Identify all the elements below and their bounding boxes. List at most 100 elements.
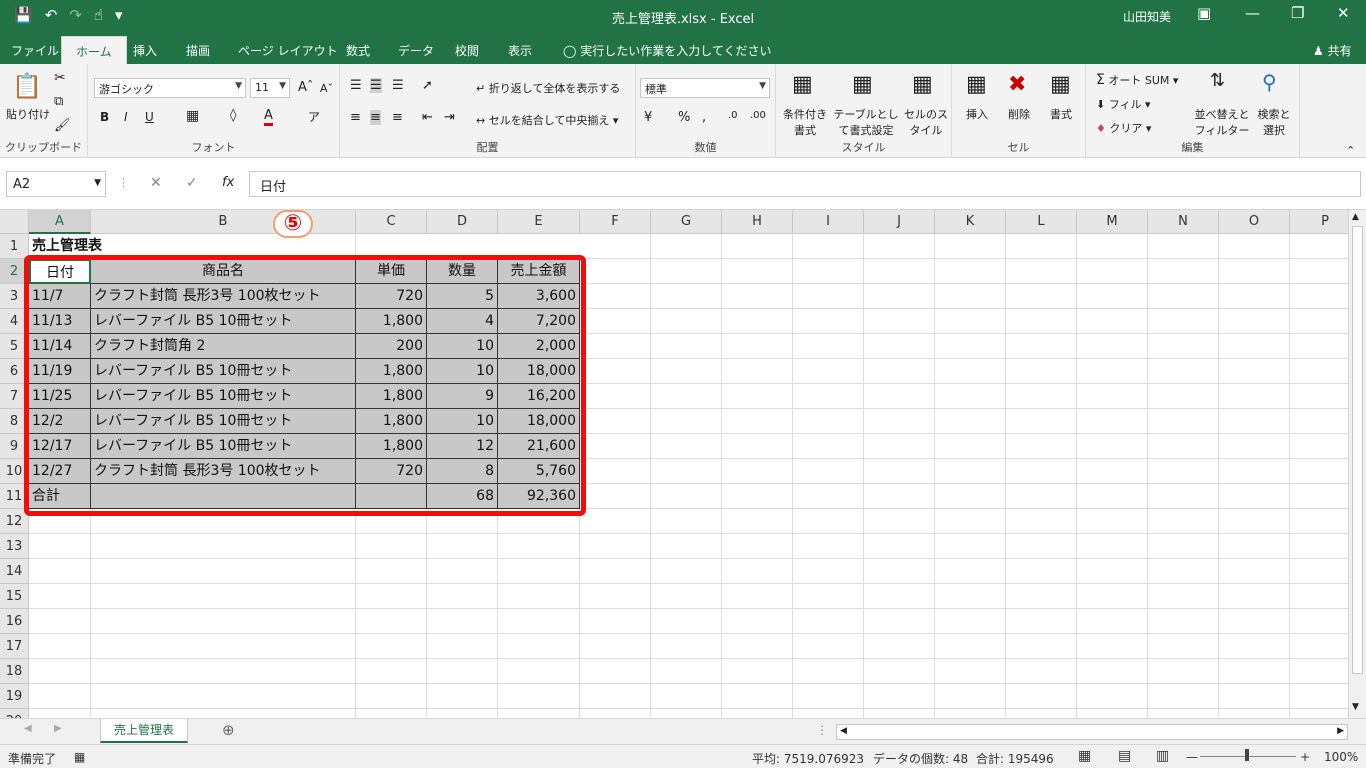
cell[interactable] <box>1290 259 1348 284</box>
cell[interactable] <box>935 384 1006 409</box>
row-header-14[interactable]: 14 <box>0 559 29 584</box>
cell[interactable] <box>1006 359 1077 384</box>
row-header-4[interactable]: 4 <box>0 309 29 334</box>
cell[interactable] <box>651 484 722 509</box>
table-total-cell[interactable] <box>356 484 427 509</box>
cell[interactable] <box>864 684 935 709</box>
zoom-out-icon[interactable]: — <box>1186 750 1198 764</box>
tab-data[interactable]: データ <box>398 42 434 59</box>
cell[interactable] <box>722 459 793 484</box>
cell[interactable] <box>580 659 651 684</box>
cell[interactable] <box>1148 259 1219 284</box>
row-header-3[interactable]: 3 <box>0 284 29 309</box>
cell[interactable] <box>1219 559 1290 584</box>
table-data-cell[interactable]: 18,000 <box>498 409 580 434</box>
table-header-cell[interactable]: 売上金額 <box>498 259 580 284</box>
cell[interactable] <box>864 659 935 684</box>
table-data-cell[interactable]: 11/7 <box>29 284 91 309</box>
cell[interactable] <box>722 259 793 284</box>
cell[interactable] <box>793 534 864 559</box>
table-data-cell[interactable]: 720 <box>356 459 427 484</box>
cell[interactable] <box>793 284 864 309</box>
row-header-2[interactable]: 2 <box>0 259 29 284</box>
cell[interactable] <box>1077 509 1148 534</box>
cell[interactable] <box>1219 634 1290 659</box>
table-data-cell[interactable]: レバーファイル B5 10冊セット <box>91 309 356 334</box>
table-header-cell[interactable]: 単価 <box>356 259 427 284</box>
sort-filter-icon[interactable]: ⇅ <box>1210 70 1225 91</box>
percent-icon[interactable]: % <box>678 110 690 125</box>
cell[interactable] <box>1148 584 1219 609</box>
cell[interactable] <box>1219 534 1290 559</box>
cell[interactable] <box>935 634 1006 659</box>
sheet-tab[interactable]: 売上管理表 <box>100 719 188 743</box>
restore-icon[interactable]: ❐ <box>1291 4 1304 22</box>
cell[interactable] <box>1006 384 1077 409</box>
cell[interactable] <box>935 434 1006 459</box>
cell[interactable] <box>580 459 651 484</box>
scrollbar-thumb[interactable] <box>1352 226 1363 674</box>
fill-color-icon[interactable]: ◊ <box>230 108 236 123</box>
cell[interactable] <box>1077 234 1148 259</box>
column-header-k[interactable]: K <box>935 210 1006 234</box>
delete-cells-button[interactable]: 削除 <box>1008 106 1030 122</box>
page-layout-view-icon[interactable]: ▤ <box>1118 748 1131 764</box>
cell[interactable] <box>1006 709 1077 718</box>
cell[interactable] <box>1290 684 1348 709</box>
cell[interactable] <box>793 459 864 484</box>
number-format-select[interactable]: 標準 ▼ <box>640 78 770 98</box>
cell[interactable] <box>651 559 722 584</box>
cell[interactable] <box>864 634 935 659</box>
cell[interactable] <box>1148 534 1219 559</box>
cell[interactable] <box>580 359 651 384</box>
cell[interactable] <box>427 684 498 709</box>
cell[interactable] <box>793 509 864 534</box>
cell[interactable] <box>1006 584 1077 609</box>
cell[interactable] <box>1219 659 1290 684</box>
cell[interactable] <box>793 334 864 359</box>
cell[interactable] <box>1077 459 1148 484</box>
cell[interactable] <box>1006 684 1077 709</box>
copy-icon[interactable]: ⧉ <box>54 94 63 109</box>
cell[interactable] <box>651 384 722 409</box>
cell[interactable] <box>935 334 1006 359</box>
cell[interactable] <box>864 459 935 484</box>
table-data-cell[interactable]: 1,800 <box>356 384 427 409</box>
cell[interactable] <box>1006 509 1077 534</box>
cell[interactable] <box>722 359 793 384</box>
column-header-l[interactable]: L <box>1006 210 1077 234</box>
cell[interactable] <box>864 309 935 334</box>
cell[interactable] <box>1077 334 1148 359</box>
column-header-h[interactable]: H <box>722 210 793 234</box>
cell[interactable] <box>651 509 722 534</box>
cell[interactable] <box>1290 334 1348 359</box>
cell[interactable] <box>1077 359 1148 384</box>
cell[interactable] <box>864 509 935 534</box>
cell[interactable] <box>356 234 427 259</box>
cell[interactable] <box>1148 234 1219 259</box>
cell[interactable] <box>1077 259 1148 284</box>
row-header-15[interactable]: 15 <box>0 584 29 609</box>
table-data-cell[interactable]: 1,800 <box>356 409 427 434</box>
tab-split-handle[interactable]: ⋮ <box>816 723 828 737</box>
cell[interactable] <box>864 359 935 384</box>
cell[interactable] <box>1006 284 1077 309</box>
cell[interactable] <box>935 284 1006 309</box>
cell[interactable] <box>1290 659 1348 684</box>
cell[interactable] <box>498 584 580 609</box>
cell[interactable] <box>722 534 793 559</box>
cell[interactable] <box>651 659 722 684</box>
cell[interactable] <box>864 534 935 559</box>
cell[interactable] <box>580 559 651 584</box>
cell[interactable] <box>935 584 1006 609</box>
table-data-cell[interactable]: クラフト封筒 長形3号 100枚セット <box>91 459 356 484</box>
table-data-cell[interactable]: 720 <box>356 284 427 309</box>
macro-record-icon[interactable]: ▦ <box>74 750 85 764</box>
find-select-icon[interactable]: ⚲ <box>1262 70 1277 94</box>
cell[interactable] <box>651 534 722 559</box>
zoom-in-icon[interactable]: + <box>1300 750 1310 764</box>
vertical-scrollbar[interactable]: ▲ ▼ <box>1348 210 1366 718</box>
cell[interactable] <box>91 534 356 559</box>
cell[interactable] <box>935 659 1006 684</box>
column-header-d[interactable]: D <box>427 210 498 234</box>
